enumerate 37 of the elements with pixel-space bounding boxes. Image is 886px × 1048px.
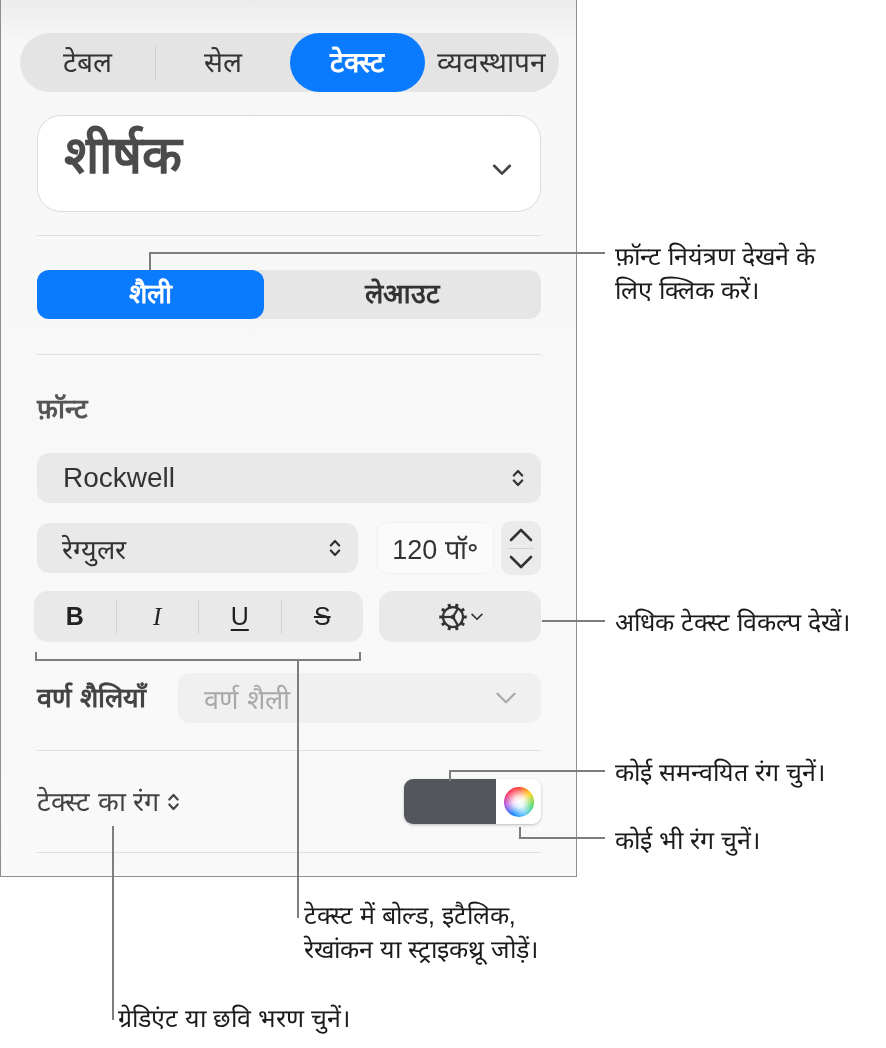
- underline-button[interactable]: U: [199, 591, 281, 642]
- tab[interactable]: टेक्स्ट: [290, 33, 425, 92]
- callout-text: फ़ॉन्ट नियंत्रण देखने के लिए क्लिक करें।: [615, 241, 817, 306]
- chevron-down-icon: [509, 554, 533, 569]
- field-label: वर्ण शैलियाँ: [37, 681, 146, 715]
- strikethrough-button[interactable]: S: [281, 591, 363, 642]
- segment-tab[interactable]: शैली: [37, 270, 264, 319]
- tab[interactable]: व्यवस्थापन: [424, 33, 559, 92]
- text-options-button[interactable]: [379, 591, 541, 642]
- callout-text: टेक्स्ट में बोल्ड, इटैलिक, रेखांकन या स्ट्राइकथ्रू जोड़ें।: [304, 900, 539, 966]
- chevron-up-icon: [509, 527, 533, 542]
- color-picker-button[interactable]: [496, 779, 541, 824]
- chevron-down-icon: [470, 612, 483, 621]
- up-down-chevron-icon: [512, 468, 524, 488]
- callout-text: कोई समन्वयित रंग चुनें।: [615, 757, 825, 789]
- gear-icon: [437, 601, 468, 632]
- up-down-chevron-icon: [329, 538, 341, 558]
- fill-type-popup[interactable]: टेक्स्ट का रंग: [37, 784, 180, 819]
- up-down-chevron-icon: [167, 791, 180, 812]
- bold-button[interactable]: B: [34, 591, 116, 642]
- callout-text: ग्रेडिएंट या छवि भरण चुनें।: [118, 1003, 350, 1035]
- tab[interactable]: टेबल: [20, 33, 155, 92]
- italic-button[interactable]: I: [116, 591, 198, 642]
- typeface-popup[interactable]: रेग्युलर: [37, 523, 358, 573]
- callout-text: कोई भी रंग चुनें।: [615, 825, 760, 857]
- paragraph-style-popup[interactable]: शीर्षक: [37, 115, 541, 212]
- font-size-field[interactable]: 120 पॉ॰: [378, 523, 493, 573]
- section-label: फ़ॉन्ट: [37, 393, 88, 426]
- leader-line: [541, 620, 606, 622]
- chevron-down-icon: [495, 692, 517, 704]
- tab[interactable]: सेल: [155, 33, 290, 92]
- segment-tab[interactable]: लेआउट: [264, 270, 541, 319]
- font-popup[interactable]: Rockwell: [37, 453, 541, 503]
- callout-text: अधिक टेक्स्ट विकल्प देखें।: [615, 607, 850, 638]
- color-swatch[interactable]: [404, 779, 496, 824]
- color-wheel-icon: [503, 786, 534, 817]
- chevron-down-icon: [492, 164, 512, 176]
